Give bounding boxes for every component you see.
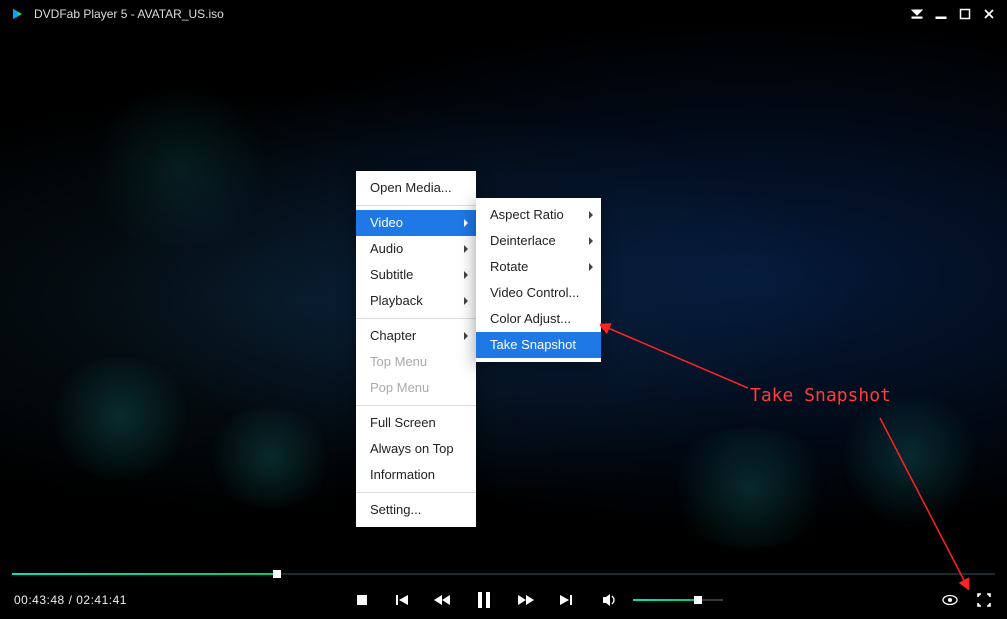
menu-separator — [356, 205, 476, 206]
menu-item-always-on-top[interactable]: Always on Top — [356, 436, 476, 462]
control-bar: 00:43:48 / 02:41:41 — [0, 581, 1007, 619]
current-time: 00:43:48 — [14, 593, 65, 607]
video-submenu: Aspect RatioDeinterlaceRotateVideo Contr… — [476, 198, 601, 362]
playback-time: 00:43:48 / 02:41:41 — [14, 593, 127, 607]
menu-item-full-screen[interactable]: Full Screen — [356, 410, 476, 436]
fast-forward-button[interactable] — [517, 591, 535, 609]
app-logo-icon — [6, 4, 26, 24]
menu-item-audio[interactable]: Audio — [356, 236, 476, 262]
submenu-item-rotate[interactable]: Rotate — [476, 254, 601, 280]
menu-item-top-menu: Top Menu — [356, 349, 476, 375]
minimize-button[interactable] — [929, 2, 953, 26]
menu-item-information[interactable]: Information — [356, 462, 476, 488]
snapshot-button[interactable] — [941, 591, 959, 609]
submenu-item-color-adjust[interactable]: Color Adjust... — [476, 306, 601, 332]
menu-item-subtitle[interactable]: Subtitle — [356, 262, 476, 288]
play-pause-button[interactable] — [473, 591, 495, 609]
window-title: DVDFab Player 5 - AVATAR_US.iso — [34, 7, 224, 21]
menu-item-setting[interactable]: Setting... — [356, 497, 476, 523]
rewind-button[interactable] — [433, 591, 451, 609]
seek-bar[interactable] — [12, 569, 995, 579]
total-time: 02:41:41 — [76, 593, 127, 607]
menu-separator — [356, 492, 476, 493]
menu-item-open-media[interactable]: Open Media... — [356, 175, 476, 201]
menu-item-chapter[interactable]: Chapter — [356, 323, 476, 349]
next-button[interactable] — [557, 591, 575, 609]
player-window: DVDFab Player 5 - AVATAR_US.iso Open Med… — [0, 0, 1007, 619]
menu-separator — [356, 318, 476, 319]
maximize-button[interactable] — [953, 2, 977, 26]
submenu-item-take-snapshot[interactable]: Take Snapshot — [476, 332, 601, 358]
menu-item-pop-menu: Pop Menu — [356, 375, 476, 401]
previous-button[interactable] — [393, 591, 411, 609]
menu-item-video[interactable]: Video — [356, 210, 476, 236]
menu-item-playback[interactable]: Playback — [356, 288, 476, 314]
close-button[interactable] — [977, 2, 1001, 26]
playlist-toggle-button[interactable] — [905, 2, 929, 26]
stop-button[interactable] — [353, 591, 371, 609]
fullscreen-button[interactable] — [975, 591, 993, 609]
volume-slider[interactable] — [633, 594, 723, 606]
submenu-item-video-control[interactable]: Video Control... — [476, 280, 601, 306]
annotation-label: Take Snapshot — [750, 385, 891, 406]
titlebar: DVDFab Player 5 - AVATAR_US.iso — [0, 0, 1007, 28]
submenu-item-deinterlace[interactable]: Deinterlace — [476, 228, 601, 254]
submenu-item-aspect-ratio[interactable]: Aspect Ratio — [476, 202, 601, 228]
volume-icon[interactable] — [601, 591, 619, 609]
menu-separator — [356, 405, 476, 406]
context-menu: Open Media... VideoAudioSubtitlePlayback C… — [356, 171, 476, 527]
